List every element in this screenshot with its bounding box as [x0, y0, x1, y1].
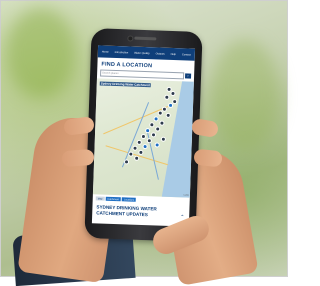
- map-marker[interactable]: [155, 126, 161, 132]
- map-tabs: Map Catchment Locations: [95, 196, 190, 203]
- map-marker[interactable]: [172, 98, 178, 105]
- map-marker[interactable]: [128, 151, 134, 157]
- map-marker[interactable]: [153, 116, 159, 122]
- nav-item-home[interactable]: Home: [102, 50, 109, 53]
- nav-item-outputs[interactable]: Outputs: [156, 52, 165, 55]
- map-marker[interactable]: [132, 145, 138, 151]
- map-marker[interactable]: [145, 128, 151, 134]
- map-marker[interactable]: [150, 132, 157, 138]
- map-overlay-label: Sydney Drinking Water Catchment: [99, 81, 151, 88]
- updates-heading: SYDNEY DRINKING WATER CATCHMENT UPDATES: [96, 204, 157, 217]
- map-marker[interactable]: [154, 142, 160, 148]
- nav-item-contact[interactable]: Contact: [182, 53, 191, 56]
- map-marker[interactable]: [142, 143, 148, 150]
- left-finger: [61, 148, 95, 168]
- tab-catchment[interactable]: Catchment: [105, 196, 122, 202]
- tab-map[interactable]: Map: [95, 196, 105, 201]
- map-marker[interactable]: [161, 106, 167, 112]
- map-attribution[interactable]: Leaflet: [183, 194, 188, 196]
- map-marker[interactable]: [140, 133, 147, 140]
- background-foliage: [210, 40, 280, 150]
- background-foliage: [6, 8, 76, 98]
- map-marker[interactable]: [164, 94, 170, 100]
- search-input[interactable]: Search places: [100, 69, 185, 80]
- map-marker[interactable]: [159, 120, 165, 126]
- front-camera: [127, 35, 134, 42]
- right-finger: [193, 148, 223, 168]
- nav-item-help[interactable]: Help: [171, 52, 176, 55]
- map-marker[interactable]: [167, 102, 174, 109]
- tab-locations[interactable]: Locations: [121, 197, 137, 202]
- smartphone: Home Introduction Water Quality Outputs …: [84, 28, 203, 242]
- phone-screen: Home Introduction Water Quality Outputs …: [91, 45, 196, 227]
- map-marker[interactable]: [146, 138, 152, 144]
- location-map[interactable]: Sydney Drinking Water Catchment Leaflet: [92, 78, 194, 198]
- map-marker[interactable]: [134, 155, 140, 161]
- search-icon[interactable]: ⌕: [185, 73, 192, 79]
- earpiece-speaker: [134, 36, 157, 41]
- map-marker[interactable]: [136, 139, 142, 145]
- map-marker[interactable]: [123, 159, 130, 165]
- nav-item-water-quality[interactable]: Water Quality: [134, 51, 150, 55]
- map-marker[interactable]: [170, 90, 176, 97]
- map-marker[interactable]: [165, 112, 171, 118]
- top-navigation: Home Introduction Water Quality Outputs …: [97, 45, 196, 61]
- map-marker[interactable]: [149, 122, 155, 128]
- map-marker[interactable]: [157, 110, 163, 116]
- map-marker[interactable]: [160, 136, 166, 142]
- nav-item-introduction[interactable]: Introduction: [115, 50, 129, 53]
- map-marker[interactable]: [138, 149, 144, 156]
